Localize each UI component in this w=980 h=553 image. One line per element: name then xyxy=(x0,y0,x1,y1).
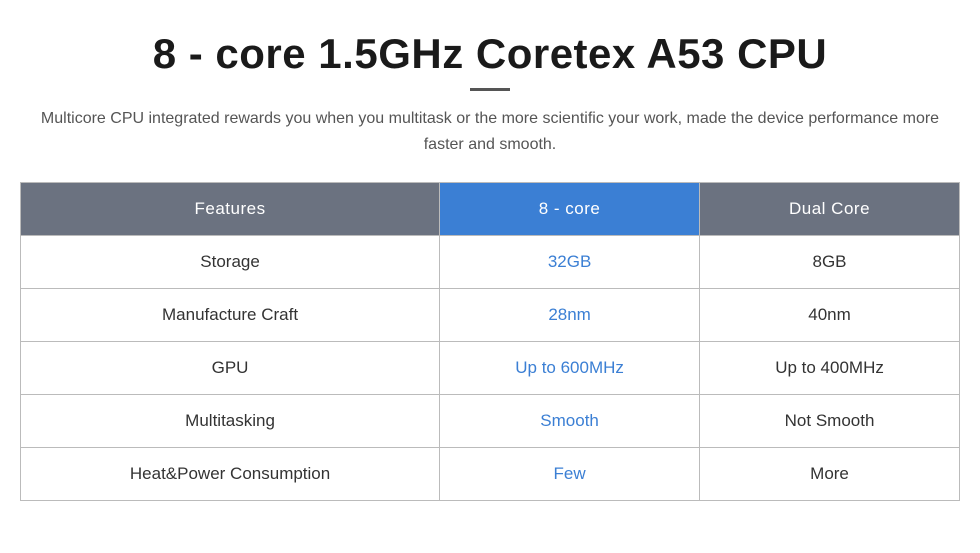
table-header-row: Features 8 - core Dual Core xyxy=(21,183,960,236)
table-row: MultitaskingSmoothNot Smooth xyxy=(21,395,960,448)
cell-dual-val-2: Up to 400MHz xyxy=(700,342,960,395)
header-8core: 8 - core xyxy=(440,183,700,236)
cell-8core-val-2: Up to 600MHz xyxy=(440,342,700,395)
cell-dual-val-4: More xyxy=(700,448,960,501)
cell-8core-val-3: Smooth xyxy=(440,395,700,448)
table-row: GPUUp to 600MHzUp to 400MHz xyxy=(21,342,960,395)
table-row: Heat&Power ConsumptionFewMore xyxy=(21,448,960,501)
title-divider xyxy=(470,88,510,91)
cell-feature-0: Storage xyxy=(21,236,440,289)
header-features: Features xyxy=(21,183,440,236)
page-title: 8 - core 1.5GHz Coretex A53 CPU xyxy=(20,30,960,78)
subtitle-text: Multicore CPU integrated rewards you whe… xyxy=(40,106,940,157)
cell-dual-val-1: 40nm xyxy=(700,289,960,342)
cell-8core-val-0: 32GB xyxy=(440,236,700,289)
cell-dual-val-3: Not Smooth xyxy=(700,395,960,448)
cell-8core-val-1: 28nm xyxy=(440,289,700,342)
header-dual: Dual Core xyxy=(700,183,960,236)
cell-feature-2: GPU xyxy=(21,342,440,395)
cell-feature-1: Manufacture Craft xyxy=(21,289,440,342)
cell-dual-val-0: 8GB xyxy=(700,236,960,289)
cell-8core-val-4: Few xyxy=(440,448,700,501)
table-row: Storage32GB8GB xyxy=(21,236,960,289)
cell-feature-4: Heat&Power Consumption xyxy=(21,448,440,501)
table-row: Manufacture Craft28nm40nm xyxy=(21,289,960,342)
comparison-table: Features 8 - core Dual Core Storage32GB8… xyxy=(20,182,960,501)
title-section: 8 - core 1.5GHz Coretex A53 CPU Multicor… xyxy=(20,30,960,157)
cell-feature-3: Multitasking xyxy=(21,395,440,448)
